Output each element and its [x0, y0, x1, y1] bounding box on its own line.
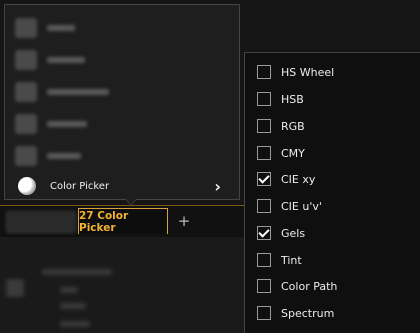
tab-color-picker-label: 27 Color Picker: [79, 209, 129, 234]
color-picker-icon: [18, 177, 36, 195]
submenu-item-gels[interactable]: Gels: [245, 220, 419, 247]
checkbox[interactable]: [257, 92, 271, 107]
tab-color-picker[interactable]: 27 Color Picker: [78, 208, 168, 234]
menu-item-label-blurred: [47, 121, 87, 127]
checkbox[interactable]: [257, 65, 271, 80]
submenu-item-label: RGB: [281, 119, 305, 133]
submenu-item-label: HS Wheel: [281, 65, 335, 79]
tab-type-menu: Color Picker ›: [4, 4, 240, 200]
menu-pointer-fill: [126, 199, 136, 205]
submenu-item-label: HSB: [281, 92, 304, 106]
submenu-item-hs-wheel[interactable]: HS Wheel: [245, 59, 419, 86]
tab-blurred[interactable]: [6, 211, 76, 233]
submenu-item-rgb[interactable]: RGB: [245, 113, 419, 140]
submenu-item-hsb[interactable]: HSB: [245, 86, 419, 113]
checkbox-checked[interactable]: [257, 226, 271, 241]
blurred-icon: [6, 279, 24, 297]
menu-item[interactable]: [5, 77, 239, 107]
chevron-right-icon: ›: [214, 177, 221, 196]
menu-item-label-blurred: [47, 25, 75, 31]
blurred-text: [60, 303, 86, 309]
blurred-text: [60, 287, 78, 293]
menu-item[interactable]: [5, 141, 239, 171]
submenu-item-cie-xy[interactable]: CIE xy: [245, 166, 419, 193]
submenu-item-label: Spectrum: [281, 306, 335, 320]
submenu-item-color-path[interactable]: Color Path: [245, 273, 419, 300]
menu-item[interactable]: [5, 45, 239, 75]
submenu-item-label: CIE xy: [281, 172, 316, 186]
submenu-item-cmy[interactable]: CMY: [245, 140, 419, 167]
menu-item-label-blurred: [47, 89, 109, 95]
checkbox-checked[interactable]: [257, 172, 271, 187]
color-picker-submenu: HS Wheel HSB RGB CMY CIE xy CIE u'v' Gel…: [244, 52, 420, 333]
checkbox[interactable]: [257, 279, 271, 294]
blurred-text: [42, 269, 112, 275]
menu-item-icon: [15, 18, 37, 38]
submenu-item-label: Color Path: [281, 279, 338, 293]
submenu-item-spectrum[interactable]: Spectrum: [245, 300, 419, 327]
checkbox[interactable]: [257, 253, 271, 268]
menu-item-label-blurred: [47, 153, 81, 159]
menu-item[interactable]: [5, 109, 239, 139]
checkbox[interactable]: [257, 306, 271, 321]
blurred-text: [60, 321, 90, 327]
menu-item-icon: [15, 146, 37, 166]
menu-item-color-picker[interactable]: Color Picker ›: [5, 171, 239, 201]
menu-item-icon: [15, 114, 37, 134]
submenu-item-label: Gels: [281, 226, 306, 240]
menu-item-icon: [15, 50, 37, 70]
checkbox[interactable]: [257, 119, 271, 134]
checkbox[interactable]: [257, 199, 271, 214]
menu-item-icon: [15, 82, 37, 102]
add-tab-button[interactable]: +: [176, 211, 192, 231]
menu-item-label-blurred: [47, 57, 85, 63]
submenu-item-label: CMY: [281, 146, 305, 160]
menu-item-label: Color Picker: [50, 180, 110, 192]
submenu-item-label: CIE u'v': [281, 199, 322, 213]
menu-item[interactable]: [5, 13, 239, 43]
submenu-item-cie-uv[interactable]: CIE u'v': [245, 193, 419, 220]
submenu-item-label: Tint: [281, 253, 302, 267]
checkbox[interactable]: [257, 146, 271, 161]
submenu-item-tint[interactable]: Tint: [245, 247, 419, 274]
